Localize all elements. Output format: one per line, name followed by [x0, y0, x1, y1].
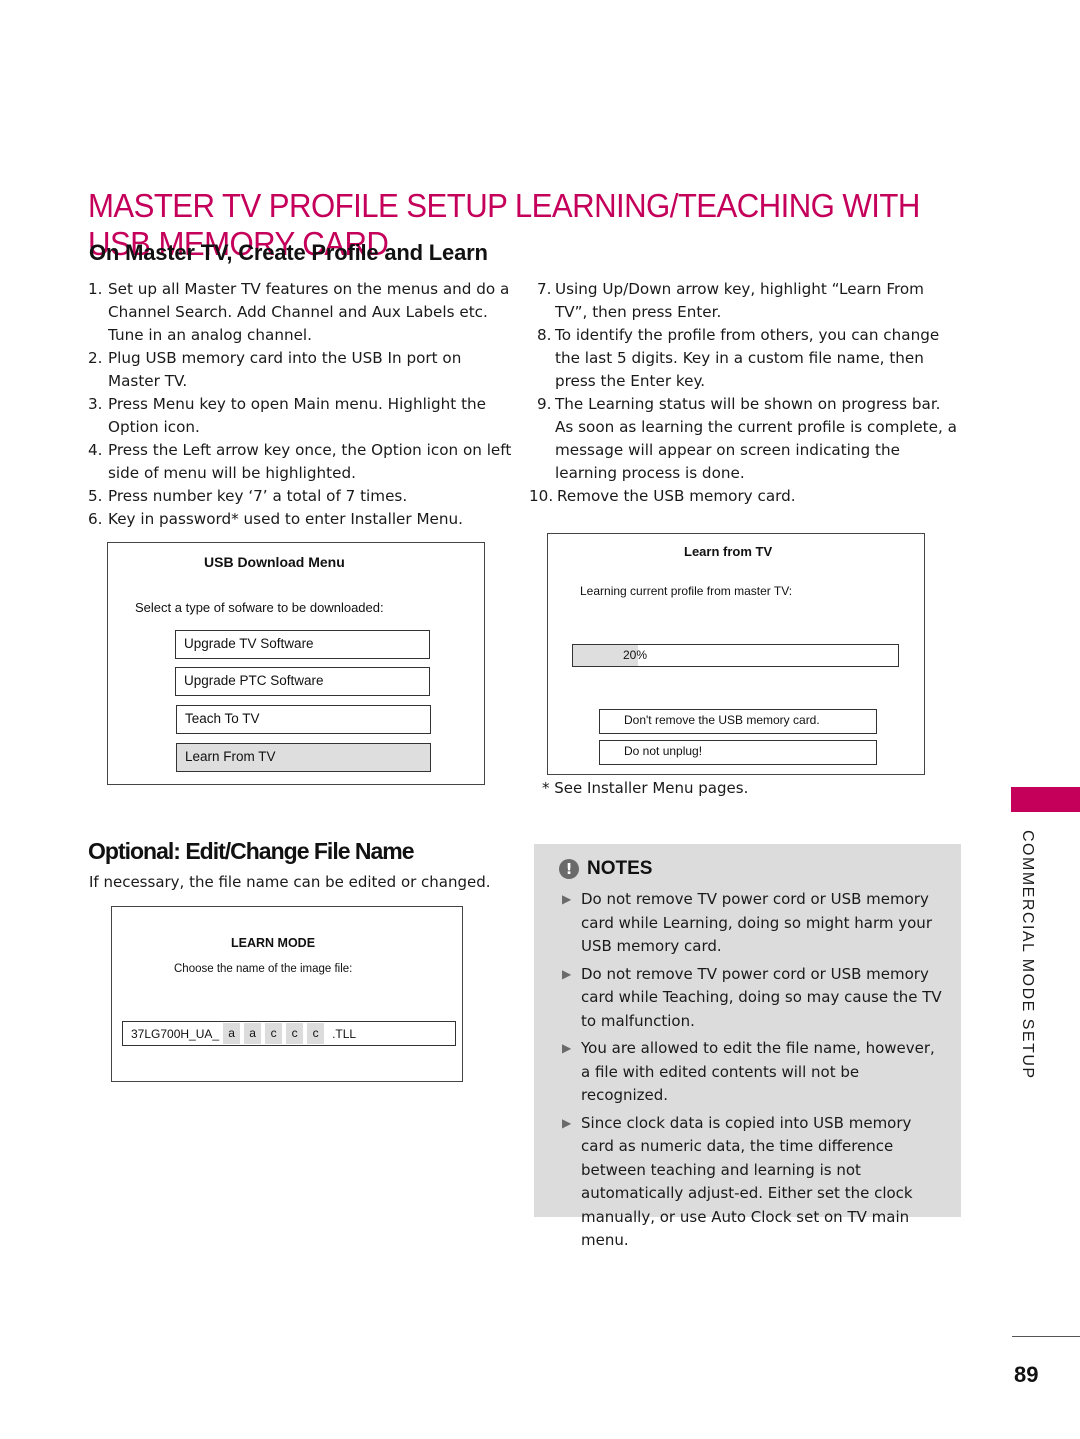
section-heading: On Master TV, Create Profile and Learn [89, 240, 488, 265]
filename-char-4[interactable]: c [286, 1023, 304, 1044]
filename-char-2[interactable]: a [244, 1023, 262, 1044]
optional-section-heading: Optional: Edit/Change File Name [88, 838, 415, 864]
learn-mode-screen: LEARN MODE Choose the name of the image … [111, 906, 463, 1082]
menu-option-upgrade-tv-software[interactable]: Upgrade TV Software [175, 630, 430, 659]
menu-option-learn-from-tv[interactable]: Learn From TV [176, 743, 431, 772]
note-item: ▶ Do not remove TV power cord or USB memo… [562, 888, 947, 959]
bullet-arrow-icon: ▶ [562, 1115, 572, 1130]
step-item: 5. Press number key ‘7’ a total of 7 time… [88, 485, 518, 508]
page-number-rule [1012, 1336, 1080, 1337]
learn-from-tv-screen: Learn from TV Learning current profile f… [547, 533, 925, 775]
filename-char-5[interactable]: c [307, 1023, 325, 1044]
step-number: 3. [88, 395, 103, 413]
note-text: Do not remove TV power cord or USB memor… [581, 890, 932, 955]
step-text: To identify the profile from others, you… [555, 326, 940, 390]
note-text: You are allowed to edit the file name, h… [581, 1039, 935, 1104]
warning-do-not-unplug: Do not unplug! [599, 740, 877, 765]
step-text: Using Up/Down arrow key, highlight “Lear… [555, 280, 924, 321]
step-text: Key in password* used to enter Installer… [108, 510, 463, 528]
learning-progress-bar: 20% [572, 644, 899, 667]
section-tab-marker [1011, 787, 1080, 812]
filename-prefix: 37LG700H_UA_ [131, 1026, 220, 1041]
step-number: 7. [537, 280, 552, 298]
step-item: 3. Press Menu key to open Main menu. High… [88, 393, 518, 439]
progress-label: 20% [623, 648, 648, 662]
step-text: Press number key ‘7’ a total of 7 times. [108, 487, 408, 505]
step-number: 1. [88, 280, 103, 298]
step-number: 9. [537, 395, 552, 413]
step-item: 2. Plug USB memory card into the USB In p… [88, 347, 518, 393]
note-item: ▶ Do not remove TV power cord or USB memo… [562, 963, 947, 1034]
menu-option-teach-to-tv[interactable]: Teach To TV [176, 705, 431, 734]
steps-list-right: 7. Using Up/Down arrow key, highlight “Le… [529, 278, 957, 508]
osd-title: Learn from TV [684, 544, 773, 559]
step-number: 4. [88, 441, 103, 459]
note-text: Do not remove TV power cord or USB memor… [581, 964, 942, 1030]
step-number: 2. [88, 349, 103, 367]
filename-input[interactable]: 37LG700H_UA_ a a c c c .TLL [122, 1021, 456, 1046]
step-item: 1. Set up all Master TV features on the m… [88, 278, 518, 347]
osd-prompt: Choose the name of the image file: [174, 963, 353, 975]
notes-list: ▶ Do not remove TV power cord or USB memo… [562, 888, 947, 1257]
step-text: Remove the USB memory card. [557, 487, 796, 505]
filename-char-3[interactable]: c [265, 1023, 283, 1044]
steps-list-left: 1. Set up all Master TV features on the m… [88, 278, 518, 531]
step-number: 8. [537, 326, 552, 344]
step-item: 4. Press the Left arrow key once, the Opt… [88, 439, 518, 485]
step-text: Press Menu key to open Main menu. Highli… [108, 395, 486, 436]
step-text: Plug USB memory card into the USB In por… [108, 349, 462, 390]
step-text: The Learning status will be shown on pro… [555, 395, 957, 482]
step-item: 8. To identify the profile from others, y… [537, 324, 957, 393]
osd-title: LEARN MODE [231, 936, 316, 950]
step-item: 10. Remove the USB memory card. [529, 485, 957, 508]
exclamation-icon: ! [559, 859, 579, 879]
bullet-arrow-icon: ▶ [562, 892, 572, 906]
filename-char-1[interactable]: a [223, 1023, 241, 1044]
filename-extension: .TLL [332, 1026, 357, 1041]
step-item: 6. Key in password* used to enter Install… [88, 508, 518, 531]
notes-header: ! NOTES [559, 858, 652, 880]
osd-prompt: Learning current profile from master TV: [580, 584, 793, 598]
step-text: Set up all Master TV features on the men… [108, 280, 510, 344]
step-text: Press the Left arrow key once, the Optio… [108, 441, 512, 482]
step-item: 7. Using Up/Down arrow key, highlight “Le… [537, 278, 957, 324]
note-item: ▶ You are allowed to edit the file name, … [562, 1037, 947, 1108]
notes-title: NOTES [587, 858, 653, 879]
usb-download-menu-screen: USB Download Menu Select a type of sofwa… [107, 542, 485, 785]
warning-remove-usb: Don't remove the USB memory card. [599, 709, 877, 734]
page-number: 89 [1014, 1362, 1039, 1387]
osd-prompt: Select a type of sofware to be downloade… [135, 600, 384, 615]
footnote: * See Installer Menu pages. [542, 779, 749, 797]
step-number: 6. [88, 510, 103, 528]
step-number: 5. [88, 487, 103, 505]
osd-title: USB Download Menu [204, 554, 345, 570]
step-number: 10. [529, 487, 554, 505]
section-side-label: COMMERCIAL MODE SETUP [1019, 830, 1036, 1080]
notes-box: ! NOTES ▶ Do not remove TV power cord or … [534, 844, 961, 1249]
bullet-arrow-icon: ▶ [562, 966, 572, 981]
note-text: Since clock data is copied into USB memo… [581, 1113, 913, 1250]
bullet-arrow-icon: ▶ [562, 1041, 572, 1055]
menu-option-upgrade-ptc-software[interactable]: Upgrade PTC Software [175, 667, 430, 696]
note-item: ▶ Since clock data is copied into USB mem… [562, 1112, 947, 1253]
optional-section-description: If necessary, the file name can be edite… [89, 873, 491, 891]
step-item: 9. The Learning status will be shown on p… [537, 393, 957, 485]
